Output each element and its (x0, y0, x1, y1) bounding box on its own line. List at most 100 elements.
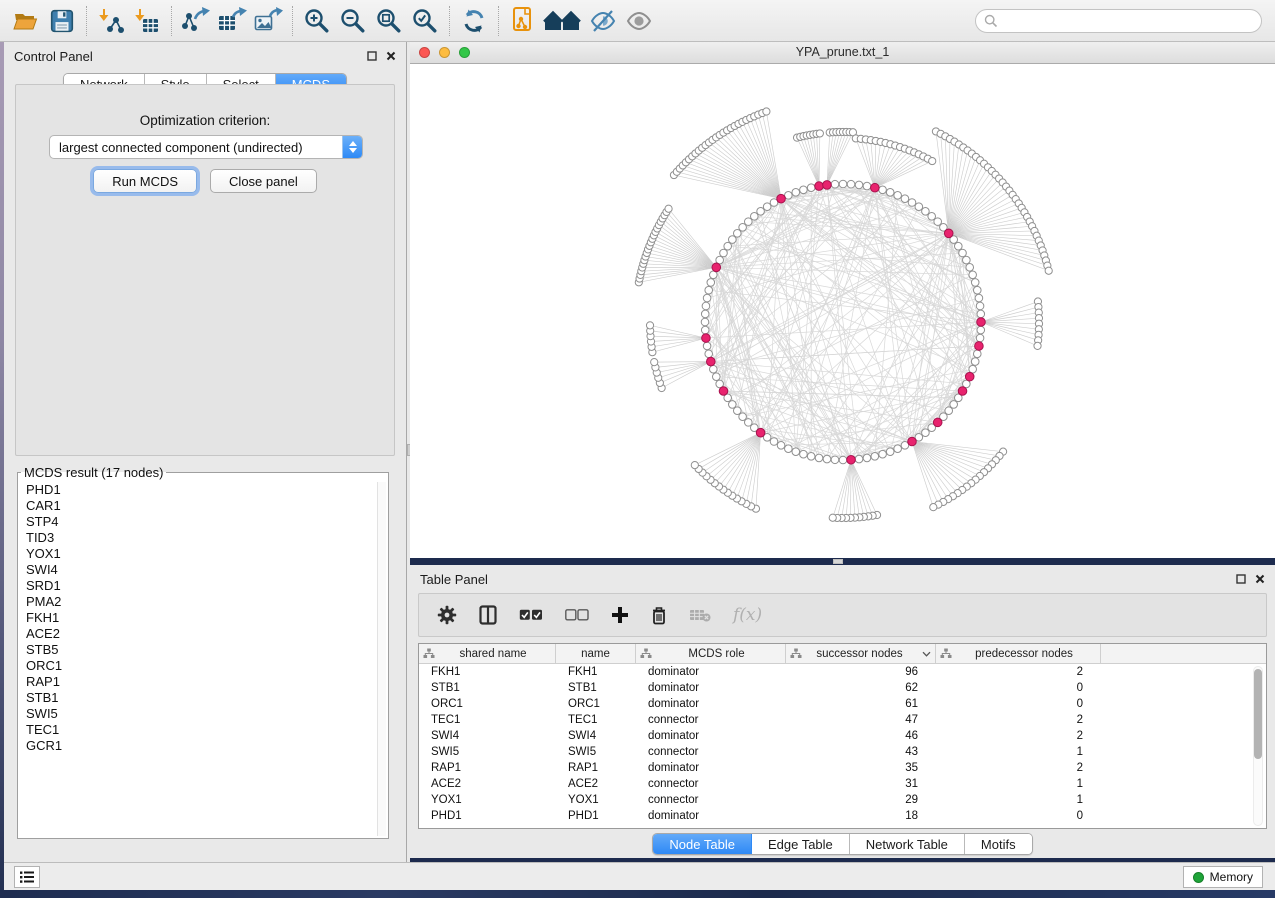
leaf-node[interactable] (665, 205, 672, 212)
network-node[interactable] (831, 180, 839, 188)
network-node[interactable] (975, 294, 983, 302)
network-node[interactable] (712, 373, 720, 381)
network-node[interactable] (815, 454, 823, 462)
table-row[interactable]: YOX1YOX1connector291 (419, 792, 1266, 808)
leaf-node[interactable] (930, 504, 937, 511)
network-document-icon[interactable] (505, 4, 541, 38)
table-settings-icon[interactable] (437, 605, 457, 625)
network-node[interactable] (792, 189, 800, 197)
network-node[interactable] (710, 365, 718, 373)
function-builder-icon[interactable]: f(x) (733, 605, 762, 625)
network-node[interactable] (879, 186, 887, 194)
network-node[interactable] (807, 184, 815, 192)
network-node[interactable] (976, 302, 984, 310)
zoom-selected-icon[interactable] (407, 4, 443, 38)
network-node[interactable] (729, 401, 737, 409)
save-icon[interactable] (44, 4, 80, 38)
mcds-node-item[interactable]: FKH1 (26, 610, 376, 626)
mcds-node-item[interactable]: SRD1 (26, 578, 376, 594)
run-mcds-button[interactable]: Run MCDS (93, 169, 197, 193)
open-file-icon[interactable] (8, 4, 44, 38)
column-layout-icon[interactable] (479, 605, 497, 625)
column-header-successor-nodes[interactable]: successor nodes (786, 644, 936, 663)
mcds-node[interactable] (965, 372, 974, 381)
leaf-node[interactable] (1034, 342, 1041, 349)
network-node[interactable] (855, 455, 863, 463)
mcds-node[interactable] (756, 428, 765, 437)
network-node[interactable] (807, 452, 815, 460)
network-node[interactable] (922, 208, 930, 216)
float-panel-icon[interactable] (1236, 574, 1246, 584)
network-node[interactable] (855, 181, 863, 189)
network-node[interactable] (973, 350, 981, 358)
network-node[interactable] (800, 450, 808, 458)
network-canvas[interactable] (410, 64, 1275, 558)
network-node[interactable] (976, 334, 984, 342)
network-node[interactable] (977, 310, 985, 318)
mcds-node[interactable] (777, 194, 786, 203)
network-node[interactable] (954, 242, 962, 250)
import-table-icon[interactable] (129, 4, 165, 38)
zoom-out-icon[interactable] (335, 4, 371, 38)
network-node[interactable] (823, 455, 831, 463)
mcds-node-item[interactable]: PHD1 (26, 482, 376, 498)
memory-button[interactable]: Memory (1183, 866, 1263, 888)
mcds-node-item[interactable]: STP4 (26, 514, 376, 530)
column-header-predecessor-nodes[interactable]: predecessor nodes (936, 644, 1101, 663)
network-node[interactable] (777, 442, 785, 450)
column-header-name[interactable]: name (556, 644, 636, 663)
leaf-node[interactable] (1045, 267, 1052, 274)
network-node[interactable] (785, 445, 793, 453)
table-row[interactable]: RAP1RAP1dominator352 (419, 760, 1266, 776)
leaf-node[interactable] (691, 461, 698, 468)
task-history-button[interactable] (14, 866, 40, 888)
mcds-node[interactable] (712, 263, 721, 272)
network-graph[interactable] (410, 64, 1275, 558)
leaf-node[interactable] (829, 514, 836, 521)
leaf-node[interactable] (651, 359, 658, 366)
float-panel-icon[interactable] (367, 51, 377, 61)
network-node[interactable] (950, 401, 958, 409)
network-node[interactable] (971, 358, 979, 366)
network-node[interactable] (750, 212, 758, 220)
table-row[interactable]: TEC1TEC1connector472 (419, 712, 1266, 728)
mcds-node-item[interactable]: ORC1 (26, 658, 376, 674)
mcds-node-item[interactable]: ACE2 (26, 626, 376, 642)
network-node[interactable] (705, 350, 713, 358)
mcds-list-scrollbar[interactable] (377, 482, 386, 836)
refresh-icon[interactable] (456, 4, 492, 38)
network-node[interactable] (839, 180, 847, 188)
network-node[interactable] (908, 199, 916, 207)
criterion-dropdown[interactable]: largest connected component (undirected) (49, 135, 363, 159)
network-node[interactable] (701, 318, 709, 326)
network-node[interactable] (792, 448, 800, 456)
network-node[interactable] (757, 208, 765, 216)
hide-view-icon[interactable] (585, 4, 621, 38)
zoom-fit-icon[interactable] (371, 4, 407, 38)
minimize-window-icon[interactable] (439, 47, 450, 58)
delete-table-icon[interactable] (689, 608, 711, 622)
mcds-node-item[interactable]: PMA2 (26, 594, 376, 610)
mcds-node[interactable] (944, 229, 953, 238)
column-header-shared-name[interactable]: shared name (419, 644, 556, 663)
mcds-node[interactable] (702, 334, 711, 343)
network-node[interactable] (701, 310, 709, 318)
network-node[interactable] (879, 450, 887, 458)
table-row[interactable]: PHD1PHD1dominator180 (419, 808, 1266, 824)
leaf-node[interactable] (929, 157, 936, 164)
network-node[interactable] (963, 256, 971, 264)
network-node[interactable] (710, 271, 718, 279)
export-image-icon[interactable] (250, 4, 286, 38)
network-node[interactable] (705, 286, 713, 294)
mcds-node[interactable] (815, 182, 824, 191)
export-network-icon[interactable] (178, 4, 214, 38)
table-row[interactable]: SWI4SWI4dominator462 (419, 728, 1266, 744)
table-row[interactable]: ORC1ORC1dominator610 (419, 696, 1266, 712)
network-node[interactable] (871, 452, 879, 460)
network-node[interactable] (831, 456, 839, 464)
network-node[interactable] (894, 445, 902, 453)
mcds-node[interactable] (719, 387, 728, 396)
export-table-icon[interactable] (214, 4, 250, 38)
search-input[interactable] (975, 9, 1262, 33)
network-node[interactable] (863, 182, 871, 190)
